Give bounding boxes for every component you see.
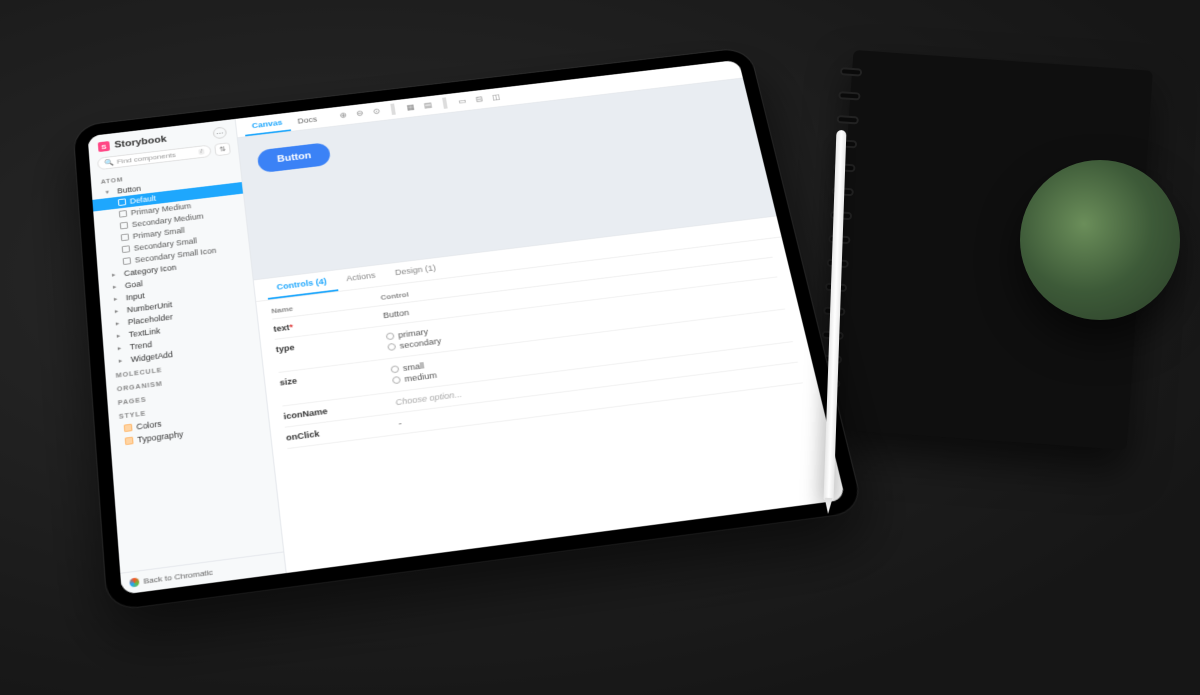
search-shortcut: / [198,149,204,155]
measure-icon[interactable]: ⊟ [473,93,486,106]
story-icon [121,233,129,241]
zoom-in-icon[interactable]: ⊕ [337,109,350,122]
tablet-device: S Storybook ⋯ 🔍 Find components / ⇅ ATOM… [73,47,863,610]
story-icon [118,198,126,206]
chevron-right-icon: ▸ [114,295,123,303]
story-icon [120,222,128,230]
sidebar-footer[interactable]: Back to Chromatic [120,552,285,595]
app-screen: S Storybook ⋯ 🔍 Find components / ⇅ ATOM… [88,60,846,595]
search-icon: 🔍 [104,158,114,166]
chevron-right-icon: ▸ [118,356,127,364]
chevron-right-icon: ▸ [117,344,126,352]
radio-icon [387,343,396,351]
app-title: Storybook [114,134,167,150]
storybook-logo-icon: S [98,141,110,152]
chevron-right-icon: ▸ [113,283,122,291]
radio-icon [390,365,399,373]
plant-prop [1020,160,1180,320]
background-icon[interactable]: ▦ [404,101,418,114]
radio-icon [386,332,395,340]
chromatic-icon [129,577,139,587]
zoom-reset-icon[interactable]: ⊙ [370,105,383,118]
controls-header-control: Control [380,290,409,301]
chevron-down-icon: ▾ [105,188,113,196]
chevron-right-icon: ▸ [117,332,126,340]
preview-button[interactable]: Button [257,142,332,173]
story-icon [122,245,130,253]
zoom-out-icon[interactable]: ⊖ [354,107,367,120]
radio-icon [392,376,401,384]
control-onclick-value: - [398,419,402,429]
viewport-icon[interactable]: ▭ [455,95,469,108]
sort-button[interactable]: ⇅ [214,142,231,156]
tab-docs[interactable]: Docs [289,110,326,130]
addons-panel: Controls (4) Actions Design (1) Name Con… [254,215,846,573]
chevron-right-icon: ▸ [116,319,125,327]
outline-icon[interactable]: ◫ [489,91,503,104]
main-panel: Canvas Docs ⊕ ⊖ ⊙ ▦ ▤ ▭ ⊟ ◫ Button [236,60,846,573]
doc-icon [124,424,133,432]
story-icon [123,257,131,265]
control-iconname-select[interactable]: Choose option... [395,389,463,407]
chevron-right-icon: ▸ [115,307,124,315]
chevron-right-icon: ▸ [112,271,120,279]
story-icon [119,210,127,218]
doc-icon [125,437,134,445]
control-text-input[interactable]: Button [383,308,410,320]
grid-icon[interactable]: ▤ [421,99,435,112]
sidebar-menu-button[interactable]: ⋯ [213,126,228,139]
